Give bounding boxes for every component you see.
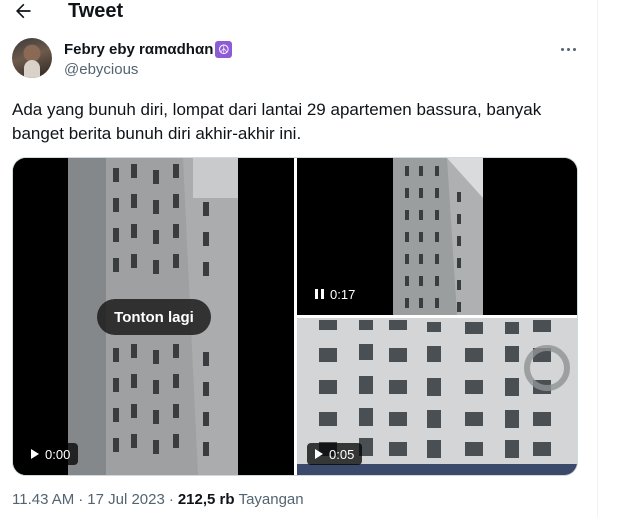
back-button[interactable] <box>10 0 36 24</box>
avatar[interactable] <box>12 38 52 78</box>
more-dots-icon <box>560 47 564 51</box>
views-label: Tayangan <box>238 491 304 508</box>
views-count: 212,5 rb <box>177 491 235 508</box>
tweet-text: Ada yang bunuh diri, lompat dari lantai … <box>12 100 542 143</box>
video-3-duration: 0:05 <box>329 446 355 462</box>
meta-separator: · <box>168 491 174 508</box>
arrow-left-icon <box>16 3 31 19</box>
video-3[interactable]: 0:05 <box>297 318 577 475</box>
media-grid: Tonton lagi 0:00 0:17 0:05 <box>12 157 578 476</box>
video-2[interactable]: 0:17 <box>297 158 577 315</box>
more-options-button[interactable] <box>555 38 581 60</box>
meta-separator: · <box>78 491 84 508</box>
video-2-duration: 0:17 <box>330 286 356 302</box>
page-title: Tweet <box>68 0 124 22</box>
video-3-duration-badge[interactable]: 0:05 <box>307 443 363 465</box>
tweet-meta: 11.43 AM · 17 Jul 2023 · 212,5 rb Tayang… <box>12 490 304 510</box>
author-handle[interactable]: @ebycious <box>64 60 138 79</box>
replay-button[interactable]: Tonton lagi <box>97 299 211 335</box>
header: Tweet <box>0 0 597 26</box>
tweet-date[interactable]: 17 Jul 2023 <box>87 490 165 510</box>
video-1[interactable]: Tonton lagi 0:00 <box>13 158 294 475</box>
peace-emoji-icon: ☮ <box>215 41 233 58</box>
author-display-name[interactable]: Febry eby rαmαdhαn ☮ <box>64 40 233 59</box>
video-1-duration: 0:00 <box>45 446 71 462</box>
column-border <box>597 0 598 517</box>
video-2-duration-badge[interactable]: 0:17 <box>307 283 364 305</box>
play-icon <box>315 449 323 459</box>
pause-icon <box>315 289 324 299</box>
video-1-duration-badge[interactable]: 0:00 <box>23 443 79 465</box>
play-icon <box>31 449 39 459</box>
author-name-text: Febry eby rαmαdhαn <box>64 41 214 58</box>
tweet-time[interactable]: 11.43 AM <box>12 490 74 510</box>
